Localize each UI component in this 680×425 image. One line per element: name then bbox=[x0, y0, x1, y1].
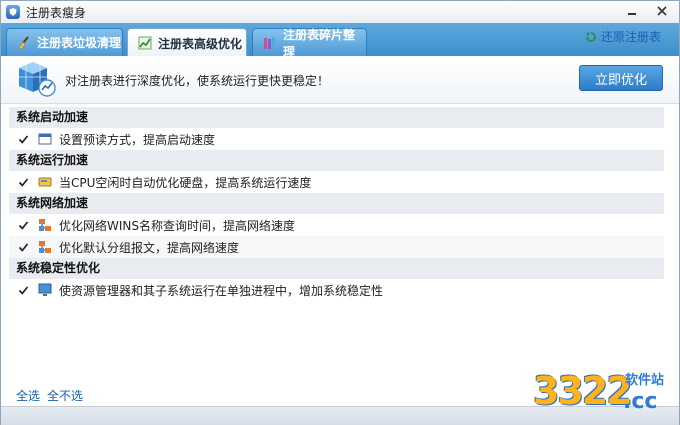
tab-label: 注册表高级优化 bbox=[158, 36, 243, 51]
check-icon bbox=[18, 177, 29, 187]
minimize-icon bbox=[628, 13, 636, 15]
app-window: 注册表瘦身 注册表垃圾清理 注册表高级优化 注册表碎片整理 还原注册表 对注册表… bbox=[0, 0, 680, 425]
select-all-link[interactable]: 全选 bbox=[16, 387, 40, 404]
optimize-header: 对注册表进行深度优化，使系统运行更快更稳定！ 立即优化 bbox=[1, 56, 679, 104]
close-button[interactable] bbox=[645, 1, 679, 21]
item-label: 优化网络WINS名称查询时间，提高网络速度 bbox=[59, 218, 295, 233]
window-controls bbox=[619, 1, 679, 21]
list-item[interactable]: 使资源管理器和其子系统运行在单独进程中，增加系统稳定性 bbox=[9, 279, 664, 301]
watermark-number: 3322 bbox=[533, 369, 633, 413]
tab-junk-clean[interactable]: 注册表垃圾清理 bbox=[6, 28, 123, 56]
section-header-runtime: 系统运行加速 bbox=[9, 150, 664, 171]
watermark-logo: 3322 软件站 .cc bbox=[531, 361, 677, 421]
check-icon bbox=[18, 134, 29, 144]
tab-label: 注册表垃圾清理 bbox=[37, 36, 122, 50]
disk-icon bbox=[38, 175, 52, 189]
item-label: 使资源管理器和其子系统运行在单独进程中，增加系统稳定性 bbox=[59, 283, 384, 298]
list-item[interactable]: 优化默认分组报文，提高网络速度 bbox=[9, 236, 664, 258]
check-icon bbox=[18, 285, 29, 295]
window-icon bbox=[38, 132, 52, 146]
header-description: 对注册表进行深度优化，使系统运行更快更稳定！ bbox=[65, 74, 330, 88]
window-title: 注册表瘦身 bbox=[26, 5, 87, 20]
section-header-network: 系统网络加速 bbox=[9, 193, 664, 214]
optimize-now-button[interactable]: 立即优化 bbox=[579, 65, 663, 91]
tab-advanced-optimize[interactable]: 注册表高级优化 bbox=[127, 28, 247, 57]
check-icon bbox=[18, 242, 29, 252]
check-icon bbox=[18, 220, 29, 230]
tab-defrag[interactable]: 注册表碎片整理 bbox=[252, 28, 367, 59]
restore-icon bbox=[585, 31, 596, 42]
list-item[interactable]: 当CPU空闲时自动优化硬盘，提高系统运行速度 bbox=[9, 171, 664, 193]
restore-registry-link[interactable]: 还原注册表 bbox=[585, 28, 661, 45]
item-label: 优化默认分组报文，提高网络速度 bbox=[59, 240, 240, 255]
watermark-domain: .cc bbox=[623, 389, 658, 414]
registry-cube-icon bbox=[19, 62, 56, 97]
checkbox[interactable] bbox=[18, 285, 29, 296]
checkbox[interactable] bbox=[18, 242, 29, 253]
section-header-stability: 系统稳定性优化 bbox=[9, 258, 664, 279]
section-header-startup: 系统启动加速 bbox=[9, 107, 664, 128]
checkbox[interactable] bbox=[18, 134, 29, 145]
select-none-link[interactable]: 全不选 bbox=[47, 387, 83, 404]
broom-icon bbox=[17, 35, 31, 50]
tab-strip: 注册表垃圾清理 注册表高级优化 注册表碎片整理 bbox=[1, 23, 679, 59]
list-item[interactable]: 优化网络WINS名称查询时间，提高网络速度 bbox=[9, 214, 664, 236]
monitor-icon bbox=[38, 283, 52, 297]
item-label: 设置预读方式，提高启动速度 bbox=[59, 132, 216, 147]
network-icon bbox=[38, 218, 52, 232]
chart-icon bbox=[138, 36, 152, 50]
restore-label: 还原注册表 bbox=[600, 30, 661, 44]
item-label: 当CPU空闲时自动优化硬盘，提高系统运行速度 bbox=[59, 175, 312, 190]
checkbox[interactable] bbox=[18, 220, 29, 231]
optimization-list: 系统启动加速 设置预读方式，提高启动速度 系统运行加速 当CPU空闲时自动优化硬… bbox=[9, 107, 664, 301]
network-icon bbox=[38, 240, 52, 254]
minimize-button[interactable] bbox=[619, 1, 645, 21]
list-item[interactable]: 设置预读方式，提高启动速度 bbox=[9, 128, 664, 150]
tab-label: 注册表碎片整理 bbox=[283, 27, 356, 59]
books-icon bbox=[263, 36, 277, 50]
watermark-site: 软件站 bbox=[625, 373, 665, 388]
close-icon bbox=[657, 6, 667, 16]
title-bar: 注册表瘦身 bbox=[1, 1, 679, 23]
checkbox[interactable] bbox=[18, 177, 29, 188]
app-shield-icon bbox=[6, 5, 20, 19]
